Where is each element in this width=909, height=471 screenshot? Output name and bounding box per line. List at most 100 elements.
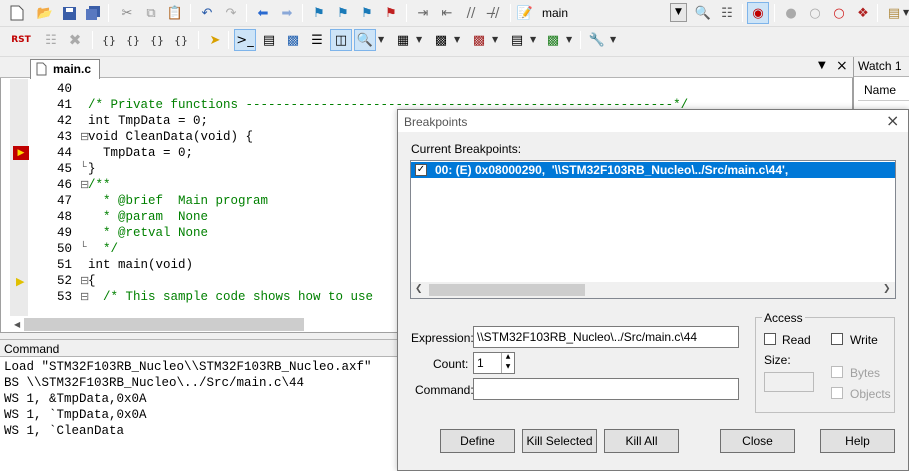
line-number: 49 (56, 226, 72, 240)
code-line[interactable]: { (88, 274, 96, 288)
breakpoint-enabled-checkbox[interactable]: ✓ (415, 164, 427, 176)
write-checkbox[interactable] (831, 333, 843, 345)
comment-icon[interactable]: // (460, 2, 482, 24)
kill-all-button[interactable]: Kill All (604, 429, 679, 453)
step-out-icon[interactable]: {} (146, 29, 168, 51)
cut-icon[interactable]: ✂ (116, 2, 138, 24)
code-line[interactable]: /** (88, 178, 111, 192)
show-next-statement-icon[interactable]: ➤ (204, 29, 226, 51)
fold-toggle-icon[interactable]: ⊟ (80, 290, 89, 304)
watch-column-name[interactable]: Name (858, 81, 909, 101)
define-button[interactable]: Define (440, 429, 515, 453)
line-number: 41 (56, 98, 72, 112)
code-line[interactable]: TmpData = 0; (88, 146, 193, 160)
close-button[interactable]: Close (720, 429, 795, 453)
count-stepper[interactable]: 1 ▲ ▼ (473, 352, 515, 374)
editor-horizontal-scrollbar[interactable]: ◀ (10, 316, 310, 333)
symbols-window-icon[interactable]: ▩ (282, 29, 304, 51)
expression-input[interactable]: \\STM32F103RB_Nucleo\../Src/main.c\44 (473, 326, 739, 348)
debug-session-icon[interactable]: ◉ (747, 2, 769, 24)
new-file-icon[interactable] (6, 2, 28, 24)
read-checkbox[interactable] (764, 333, 776, 345)
stepper-down-icon[interactable]: ▼ (501, 363, 514, 373)
prev-bookmark-icon[interactable]: ⚑ (332, 2, 354, 24)
line-number: 40 (56, 82, 72, 96)
breakpoints-listbox[interactable] (410, 160, 896, 299)
open-folder-icon[interactable]: 📂 (34, 2, 56, 24)
tab-list-icon[interactable]: ▼ (818, 60, 826, 71)
command-window-icon[interactable]: >_ (234, 29, 256, 51)
nav-forward-icon[interactable]: ➡ (276, 2, 298, 24)
trace-window-icon[interactable]: ▤ (506, 29, 528, 51)
code-line[interactable]: */ (88, 242, 118, 256)
enable-breakpoint-icon[interactable]: ○ (804, 2, 826, 24)
step-over-icon[interactable]: {} (122, 29, 144, 51)
listbox-horizontal-scrollbar[interactable]: ❮ ❯ (411, 282, 895, 298)
help-button[interactable]: Help (820, 429, 895, 453)
target-combobox[interactable]: main ▼ (538, 3, 687, 23)
toolbox-icon[interactable]: 🔧 (586, 29, 608, 51)
insert-breakpoint-icon[interactable]: ● (780, 2, 802, 24)
stop-icon[interactable]: ✖ (64, 29, 86, 51)
bytes-checkbox[interactable] (831, 366, 843, 378)
editor-tabbar (0, 57, 853, 78)
disassembly-window-icon[interactable]: ▤ (258, 29, 280, 51)
code-line[interactable]: /* This sample code shows how to use (88, 290, 373, 304)
paste-icon[interactable]: 📋 (164, 2, 186, 24)
watch-window-icon[interactable]: 🔍 (354, 29, 376, 51)
disable-breakpoints-icon[interactable]: ○ (828, 2, 850, 24)
fold-line-icon: └ (80, 162, 87, 174)
code-line[interactable]: } (88, 162, 96, 176)
system-viewer-icon[interactable]: ▩ (542, 29, 564, 51)
close-icon[interactable]: × (836, 58, 848, 74)
objects-checkbox[interactable] (831, 387, 843, 399)
uncomment-icon[interactable]: /̶/ (484, 2, 506, 24)
code-line[interactable]: int TmpData = 0; (88, 114, 208, 128)
find-in-files-icon[interactable]: 📝 (514, 2, 536, 24)
reset-icon[interactable]: RST (10, 29, 32, 51)
find-icon[interactable]: 🔍 (692, 2, 714, 24)
code-line[interactable]: int main(void) (88, 258, 193, 272)
code-line[interactable]: * @param None (88, 210, 208, 224)
line-number: 46 (56, 178, 72, 192)
undo-icon[interactable]: ↶ (196, 2, 218, 24)
clear-bookmarks-icon[interactable]: ⚑ (380, 2, 402, 24)
objects-label: Objects (850, 387, 891, 401)
save-icon[interactable] (58, 2, 80, 24)
stepper-up-icon[interactable]: ▲ (501, 353, 514, 363)
kill-selected-button[interactable]: Kill Selected (522, 429, 597, 453)
code-line[interactable]: * @brief Main program (88, 194, 268, 208)
bookmark-icon[interactable]: ⚑ (308, 2, 330, 24)
command-input[interactable] (473, 378, 739, 400)
breakpoint-list-item[interactable]: 00: (E) 0x08000290, '\\STM32F103RB_Nucle… (411, 162, 895, 178)
registers-window-icon[interactable]: ☰ (306, 29, 328, 51)
indent-icon[interactable]: ⇥ (412, 2, 434, 24)
code-line[interactable]: * @retval None (88, 226, 208, 240)
window-layout-icon[interactable]: ▤ (883, 2, 905, 24)
call-stack-window-icon[interactable]: ◫ (330, 29, 352, 51)
unindent-icon[interactable]: ⇤ (436, 2, 458, 24)
run-to-cursor-icon[interactable]: {} (170, 29, 192, 51)
step-into-icon[interactable]: {} (98, 29, 120, 51)
fold-toggle-icon[interactable]: ⊟ (80, 178, 89, 192)
incremental-find-icon[interactable]: ☷ (716, 2, 738, 24)
run-icon[interactable]: ☷ (40, 29, 62, 51)
kill-breakpoints-icon[interactable]: ❖ (852, 2, 874, 24)
save-all-icon[interactable] (82, 2, 104, 24)
redo-icon[interactable]: ↷ (220, 2, 242, 24)
chevron-down-icon[interactable]: ▼ (670, 3, 687, 22)
line-number: 52 (56, 274, 72, 288)
memory-window-icon[interactable]: ▦ (392, 29, 414, 51)
code-line[interactable]: void CleanData(void) { (88, 130, 253, 144)
serial-window-icon[interactable]: ▩ (430, 29, 452, 51)
analysis-window-icon[interactable]: ▩ (468, 29, 490, 51)
tab-main-c[interactable]: main.c (30, 59, 100, 79)
command-output[interactable]: Load "STM32F103RB_Nucleo\\STM32F103RB_Nu… (0, 357, 400, 471)
fold-toggle-icon[interactable]: ⊟ (80, 130, 89, 144)
close-icon[interactable]: × (886, 111, 899, 130)
copy-icon[interactable]: ⧉ (140, 2, 162, 24)
nav-back-icon[interactable]: ⬅ (252, 2, 274, 24)
fold-toggle-icon[interactable]: ⊟ (80, 274, 89, 288)
next-bookmark-icon[interactable]: ⚑ (356, 2, 378, 24)
size-stepper[interactable] (764, 372, 814, 392)
